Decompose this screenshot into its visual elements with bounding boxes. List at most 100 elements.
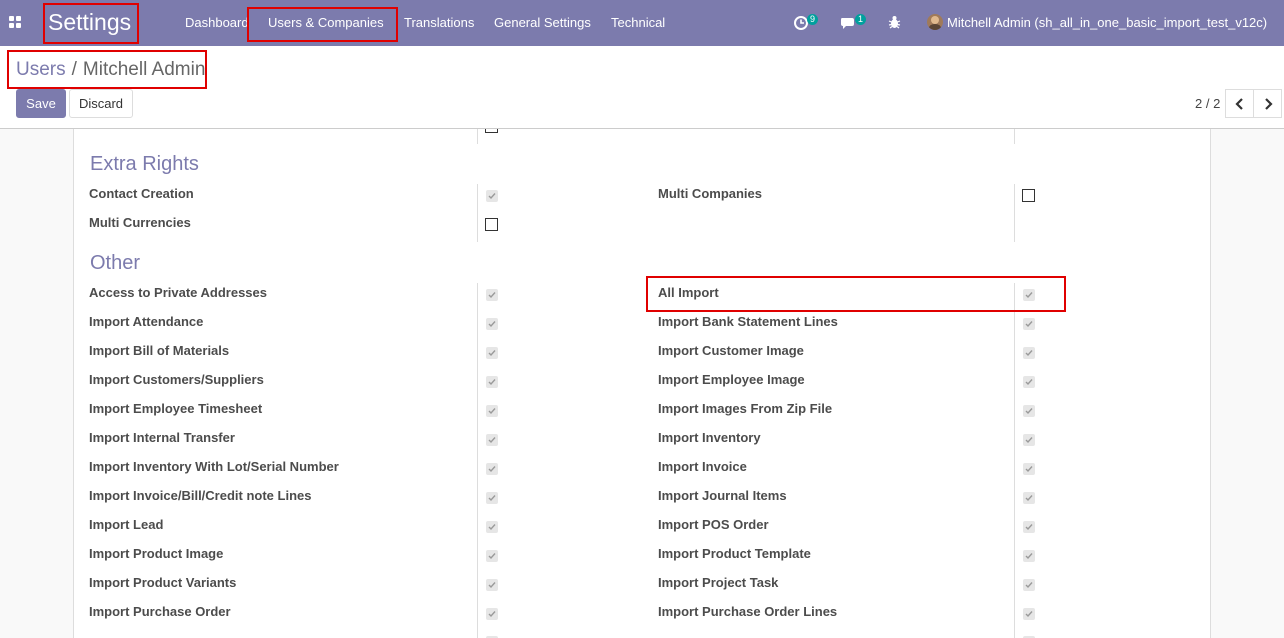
checkbox-import-project-task[interactable] bbox=[1023, 579, 1035, 591]
check-icon bbox=[488, 379, 496, 386]
checkbox-import-customer-image[interactable] bbox=[1023, 347, 1035, 359]
save-button[interactable]: Save bbox=[16, 89, 66, 118]
checkbox-contact-creation[interactable] bbox=[486, 190, 498, 202]
highlight-box-all-import bbox=[646, 276, 1066, 312]
check-icon bbox=[1025, 321, 1033, 328]
checkbox-import-employee-timesheet[interactable] bbox=[486, 405, 498, 417]
checkbox-import-attendance[interactable] bbox=[486, 318, 498, 330]
check-icon bbox=[1025, 495, 1033, 502]
checkbox-import-product-variants[interactable] bbox=[486, 579, 498, 591]
check-icon bbox=[488, 524, 496, 531]
activity-menu[interactable]: 9 bbox=[794, 14, 824, 32]
checkbox-access-to-private-addresses[interactable] bbox=[486, 289, 498, 301]
checkbox-import-journal-items[interactable] bbox=[1023, 492, 1035, 504]
checkbox-multi-currencies[interactable] bbox=[485, 218, 498, 231]
check-icon bbox=[488, 466, 496, 473]
check-icon bbox=[488, 408, 496, 415]
column-divider bbox=[477, 184, 478, 242]
chevron-left-icon bbox=[1235, 98, 1243, 110]
label-import-inventory-with-lot-serial-number: Import Inventory With Lot/Serial Number bbox=[89, 459, 339, 474]
label-import-journal-items: Import Journal Items bbox=[658, 488, 787, 503]
chevron-right-icon bbox=[1265, 98, 1273, 110]
discard-button[interactable]: Discard bbox=[69, 89, 133, 118]
column-divider bbox=[1014, 129, 1015, 144]
activity-count-badge: 9 bbox=[807, 14, 819, 25]
pager-value[interactable]: 2 / 2 bbox=[1195, 96, 1220, 111]
checkbox-import-purchase-order-lines[interactable] bbox=[1023, 608, 1035, 620]
column-divider bbox=[477, 283, 478, 638]
label-multi-currencies: Multi Currencies bbox=[89, 215, 191, 230]
label-import-pos-order: Import POS Order bbox=[658, 517, 769, 532]
highlight-box-settings bbox=[43, 3, 139, 44]
checkbox-import-inventory-with-lot-serial-number[interactable] bbox=[486, 463, 498, 475]
checkbox-import-images-from-zip-file[interactable] bbox=[1023, 405, 1035, 417]
pager-next-button[interactable] bbox=[1253, 89, 1282, 118]
apps-menu-icon[interactable] bbox=[9, 16, 23, 30]
clock-icon bbox=[794, 16, 808, 30]
checkbox-import-bill-of-materials[interactable] bbox=[486, 347, 498, 359]
check-icon bbox=[488, 193, 496, 200]
check-icon bbox=[488, 321, 496, 328]
label-contact-creation: Contact Creation bbox=[89, 186, 194, 201]
check-icon bbox=[1025, 582, 1033, 589]
label-import-employee-image: Import Employee Image bbox=[658, 372, 805, 387]
label-import-internal-transfer: Import Internal Transfer bbox=[89, 430, 235, 445]
messaging-menu[interactable]: 1 bbox=[840, 14, 870, 32]
check-icon bbox=[1025, 611, 1033, 618]
menu-technical[interactable]: Technical bbox=[611, 15, 665, 31]
user-avatar[interactable] bbox=[927, 14, 943, 30]
checkbox-import-product-template[interactable] bbox=[1023, 550, 1035, 562]
check-icon bbox=[488, 350, 496, 357]
check-icon bbox=[488, 611, 496, 618]
checkbox-partial[interactable] bbox=[485, 129, 498, 133]
highlight-box-breadcrumb bbox=[7, 50, 207, 89]
label-import-product-template: Import Product Template bbox=[658, 546, 811, 561]
checkbox-multi-companies[interactable] bbox=[1022, 189, 1035, 202]
label-import-product-variants: Import Product Variants bbox=[89, 575, 237, 590]
menu-general-settings[interactable]: General Settings bbox=[494, 15, 591, 31]
label-import-project-task: Import Project Task bbox=[658, 575, 779, 590]
menu-dashboard[interactable]: Dashboard bbox=[185, 15, 249, 31]
checkbox-import-lead[interactable] bbox=[486, 521, 498, 533]
check-icon bbox=[1025, 379, 1033, 386]
checkbox-import-invoice[interactable] bbox=[1023, 463, 1035, 475]
column-divider bbox=[477, 129, 478, 144]
check-icon bbox=[488, 553, 496, 560]
label-import-invoice: Import Invoice bbox=[658, 459, 747, 474]
label-import-inventory: Import Inventory bbox=[658, 430, 761, 445]
checkbox-import-bank-statement-lines[interactable] bbox=[1023, 318, 1035, 330]
label-access-to-private-addresses: Access to Private Addresses bbox=[89, 285, 268, 300]
label-import-lead: Import Lead bbox=[89, 517, 164, 532]
checkbox-import-purchase-order[interactable] bbox=[486, 608, 498, 620]
chat-icon bbox=[841, 18, 854, 29]
section-title-extra-rights: Extra Rights bbox=[90, 153, 199, 175]
label-import-bill-of-materials: Import Bill of Materials bbox=[89, 343, 230, 358]
checkbox-import-internal-transfer[interactable] bbox=[486, 434, 498, 446]
pager-previous-button[interactable] bbox=[1225, 89, 1254, 118]
check-icon bbox=[488, 292, 496, 299]
check-icon bbox=[1025, 466, 1033, 473]
highlight-box-users-companies bbox=[247, 7, 398, 42]
label-import-invoice-bill-credit-note-lines: Import Invoice/Bill/Credit note Lines bbox=[89, 488, 312, 503]
check-icon bbox=[1025, 553, 1033, 560]
checkbox-import-employee-image[interactable] bbox=[1023, 376, 1035, 388]
label-multi-companies: Multi Companies bbox=[658, 186, 763, 201]
user-menu[interactable]: Mitchell Admin (sh_all_in_one_basic_impo… bbox=[947, 15, 1267, 31]
checkbox-import-customers-suppliers[interactable] bbox=[486, 376, 498, 388]
checkbox-import-product-image[interactable] bbox=[486, 550, 498, 562]
checkbox-import-invoice-bill-credit-note-lines[interactable] bbox=[486, 492, 498, 504]
check-icon bbox=[1025, 524, 1033, 531]
label-import-product-image: Import Product Image bbox=[89, 546, 224, 561]
check-icon bbox=[488, 582, 496, 589]
menu-translations[interactable]: Translations bbox=[404, 15, 474, 31]
label-import-attendance: Import Attendance bbox=[89, 314, 204, 329]
bug-icon[interactable] bbox=[888, 15, 901, 29]
column-divider bbox=[1014, 184, 1015, 242]
label-import-customers-suppliers: Import Customers/Suppliers bbox=[89, 372, 264, 387]
checkbox-import-pos-order[interactable] bbox=[1023, 521, 1035, 533]
label-import-customer-image: Import Customer Image bbox=[658, 343, 804, 358]
check-icon bbox=[1025, 408, 1033, 415]
column-divider bbox=[1014, 283, 1015, 638]
checkbox-import-inventory[interactable] bbox=[1023, 434, 1035, 446]
label-import-bank-statement-lines: Import Bank Statement Lines bbox=[658, 314, 838, 329]
